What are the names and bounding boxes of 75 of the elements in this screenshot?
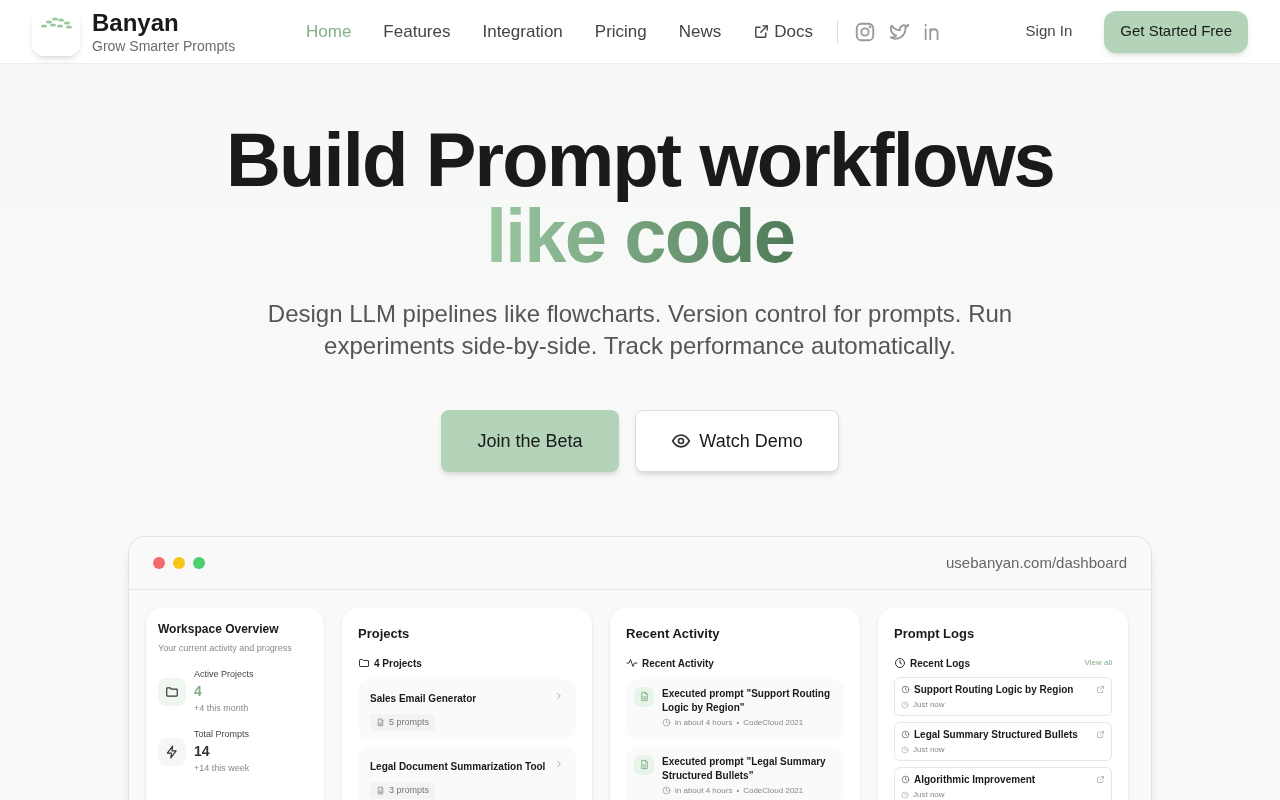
- stat-value: 4: [194, 682, 203, 701]
- sign-in-link[interactable]: Sign In: [1025, 20, 1073, 43]
- clock-icon: [894, 657, 906, 669]
- instagram-icon: [854, 20, 876, 43]
- stat-label: Active Projects: [194, 667, 254, 681]
- section-label: Recent Logs: [910, 656, 970, 671]
- separator-dot: •: [736, 716, 740, 729]
- card-subtitle: Your current activity and progress: [158, 642, 293, 655]
- document-icon: [638, 691, 650, 702]
- activity-time: in about 4 hours: [675, 716, 733, 729]
- nav-link[interactable]: News: [678, 18, 722, 45]
- separator-dot: •: [736, 784, 740, 797]
- log-time: Just now: [913, 788, 945, 800]
- prompt-count: 5 prompts: [389, 715, 430, 729]
- activity-time: in about 4 hours: [675, 784, 733, 797]
- nav-link[interactable]: Pricing: [594, 18, 647, 45]
- activity-text: Executed prompt "Legal Summary Structured Bullets": [662, 754, 827, 783]
- logo-icon: [32, 7, 80, 56]
- clock-icon: [901, 729, 910, 739]
- project-name: Sales Email Generator: [370, 691, 477, 706]
- chevron-right-icon: [554, 690, 564, 701]
- hero-subtitle: Design LLM pipelines like flowcharts. Version control for prompts. Run experiments side-by-side. Track performance automatically.: [266, 299, 1014, 361]
- nav-link[interactable]: Features: [383, 18, 451, 45]
- get-started-button[interactable]: Get Started Free: [1104, 10, 1248, 53]
- prompt-count: 3 prompts: [389, 783, 430, 797]
- document-icon: [638, 759, 650, 770]
- clock-icon: [901, 700, 909, 709]
- nav-link[interactable]: Integration: [482, 18, 563, 45]
- activity-text: Executed prompt "Support Routing Logic by Region": [662, 686, 832, 715]
- document-icon: [376, 785, 385, 795]
- clock-icon: [901, 790, 909, 799]
- project-item[interactable]: Legal Document Summarization Tool 3 prompts: [358, 746, 576, 800]
- nav-link[interactable]: Docs: [753, 18, 813, 45]
- log-item[interactable]: Algorithmic Improvement Just now: [894, 766, 1112, 800]
- pulse-icon: [626, 657, 638, 669]
- join-beta-button[interactable]: Join the Beta: [441, 410, 619, 472]
- external-link-icon: [1096, 774, 1105, 784]
- url-text: usebanyan.com/dashboard: [946, 552, 1127, 573]
- log-time: Just now: [913, 698, 945, 711]
- external-link-icon: [1096, 684, 1105, 694]
- brand-name: Banyan: [92, 7, 180, 38]
- folder-icon: [165, 684, 179, 699]
- section-label: Recent Activity: [642, 656, 714, 671]
- bolt-icon: [165, 744, 179, 759]
- stat-change: +4 this month: [194, 702, 250, 715]
- stat-label: Total Prompts: [194, 727, 250, 741]
- clock-icon: [662, 718, 671, 727]
- card-title: Prompt Logs: [894, 625, 976, 643]
- card-title: Projects: [358, 625, 411, 643]
- clock-icon: [901, 774, 910, 784]
- folder-icon: [358, 657, 370, 669]
- activity-source: CodeCloud 2021: [743, 784, 804, 797]
- log-name: Algorithmic Improvement: [914, 772, 1036, 787]
- brand-tagline: Grow Smarter Prompts: [92, 37, 236, 56]
- log-time: Just now: [913, 743, 945, 756]
- document-icon: [376, 717, 385, 727]
- activity-source: CodeCloud 2021: [743, 716, 804, 729]
- watch-demo-button[interactable]: Watch Demo: [635, 410, 839, 472]
- stat-change: +14 this week: [194, 762, 250, 775]
- card-title: Workspace Overview: [158, 621, 280, 638]
- log-name: Support Routing Logic by Region: [914, 682, 1074, 697]
- clock-icon: [662, 786, 671, 795]
- stat-value: 14: [194, 742, 211, 761]
- clock-icon: [901, 684, 910, 694]
- clock-icon: [901, 745, 909, 754]
- log-item[interactable]: Legal Summary Structured Bullets Just now: [894, 721, 1112, 761]
- card-title: Recent Activity: [626, 625, 721, 643]
- log-item[interactable]: Support Routing Logic by Region Just now: [894, 676, 1112, 716]
- chevron-right-icon: [554, 758, 564, 769]
- project-count: 4 Projects: [374, 656, 422, 671]
- external-link-icon: [1096, 729, 1105, 739]
- eye-icon: [671, 431, 692, 451]
- project-name: Legal Document Summarization Tool: [370, 759, 546, 774]
- log-name: Legal Summary Structured Bullets: [914, 727, 1078, 742]
- project-item[interactable]: Sales Email Generator 5 prompts: [358, 678, 576, 739]
